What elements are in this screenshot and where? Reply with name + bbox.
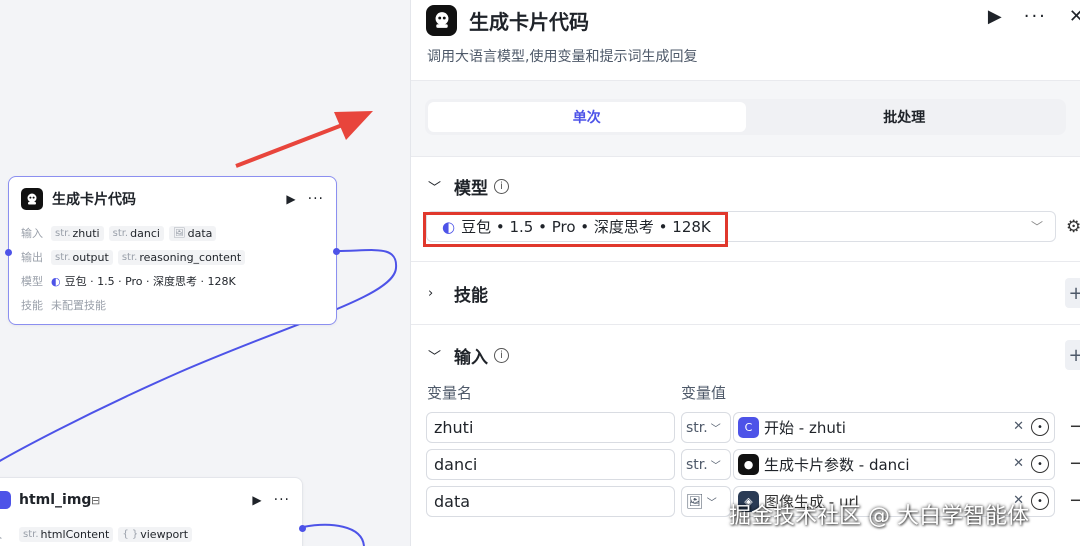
- chevron-down-icon: ﹀: [428, 180, 442, 196]
- input-chip: 🖼 data: [168, 225, 217, 241]
- more-options-button[interactable]: ···: [274, 492, 290, 508]
- panel-title: 生成卡片代码: [469, 9, 589, 34]
- add-input-button[interactable]: +: [1065, 340, 1080, 370]
- model-section-header[interactable]: ﹀ 模型 i: [411, 171, 1080, 201]
- target-icon[interactable]: •: [1031, 418, 1049, 436]
- input-chip: str. htmlContent: [19, 526, 114, 542]
- more-options-button[interactable]: ···: [308, 191, 324, 207]
- run-icon[interactable]: ▶: [988, 6, 1002, 27]
- remove-row-button[interactable]: −: [1069, 416, 1080, 437]
- column-label-value: 变量值: [681, 384, 727, 402]
- info-icon[interactable]: i: [494, 347, 509, 363]
- close-icon[interactable]: ✕: [1069, 6, 1080, 27]
- start-node-icon: C: [738, 417, 759, 438]
- watermark: 掘金技术社区 @ 大白学智能体: [729, 504, 1029, 529]
- wire-node2-output: [302, 523, 365, 546]
- node-html-img[interactable]: html_img ⊟ ▶ ··· 入 str.htmlContent { }vi…: [0, 477, 306, 546]
- clear-icon[interactable]: ✕: [1013, 456, 1024, 471]
- node-generate-card-code[interactable]: 生成卡片代码 ▶ ··· 输入 str. zhuti str. danci 🖼 dat…: [5, 176, 340, 325]
- chevron-down-icon: ﹀: [428, 349, 442, 365]
- image-type-icon: 🖼: [686, 493, 704, 510]
- column-label-name: 变量名: [427, 384, 473, 402]
- node-output-port[interactable]: [333, 248, 340, 255]
- run-node-button[interactable]: ▶: [252, 493, 261, 507]
- node-inputs-row: 输入 str. zhuti str. danci 🖼 data: [9, 221, 336, 245]
- node-config-panel: 生成卡片代码 ▶ ··· ✕ 调用大语言模型,使用变量和提示词生成回复 单次 批…: [410, 0, 1080, 546]
- type-select[interactable]: 🖼 ﹀: [681, 486, 731, 517]
- target-icon[interactable]: •: [1031, 455, 1049, 473]
- panel-description: 调用大语言模型,使用变量和提示词生成回复: [427, 49, 698, 65]
- info-icon[interactable]: i: [494, 178, 509, 194]
- output-chip: str. reasoning_content: [117, 249, 246, 265]
- chevron-down-icon: ﹀: [1030, 220, 1043, 234]
- remove-row-button[interactable]: −: [1069, 490, 1080, 511]
- variable-name-input[interactable]: zhuti: [426, 412, 675, 443]
- node-outputs-row: 输出 str. output str. reasoning_content: [9, 245, 336, 269]
- node-inputs-row: 入 str.htmlContent { }viewport: [0, 522, 302, 546]
- add-skill-button[interactable]: +: [1065, 278, 1080, 308]
- workflow-canvas[interactable]: 生成卡片代码 ▶ ··· 输入 str. zhuti str. danci 🖼 dat…: [0, 0, 410, 546]
- annotation-arrow-line: [235, 122, 346, 168]
- node-output-port[interactable]: [299, 525, 306, 532]
- more-icon[interactable]: ···: [1024, 6, 1047, 27]
- doubao-logo-icon: ◐: [51, 274, 61, 288]
- llm-node-icon: [426, 4, 457, 36]
- node-model-row: 模型 ◐ 豆包 · 1.5 · Pro · 深度思考 · 128K: [21, 274, 236, 289]
- input-chip: str. danci: [108, 225, 164, 241]
- plugin-badge-icon: ⊟: [91, 493, 101, 507]
- run-node-button[interactable]: ▶: [286, 192, 295, 206]
- variable-reference[interactable]: C 开始 - zhuti ✕ •: [733, 412, 1055, 443]
- llm-node-icon: [21, 188, 43, 210]
- input-section-header[interactable]: ﹀ 输入 i +: [411, 340, 1080, 370]
- llm-node-icon: ●: [738, 454, 759, 475]
- target-icon[interactable]: •: [1031, 492, 1049, 510]
- highlight-box: [423, 212, 728, 247]
- node-skill-row: 技能 未配置技能: [21, 299, 106, 312]
- variable-name-input[interactable]: data: [426, 486, 675, 517]
- skills-section-header[interactable]: › 技能 +: [411, 278, 1080, 308]
- node-input-port[interactable]: [5, 249, 12, 256]
- clear-icon[interactable]: ✕: [1013, 419, 1024, 434]
- node-title: html_img: [19, 492, 92, 508]
- input-chip: { } viewport: [118, 526, 193, 542]
- output-chip: str. output: [51, 249, 113, 265]
- variable-reference[interactable]: ● 生成卡片参数 - danci ✕ •: [733, 449, 1055, 480]
- node-title: 生成卡片代码: [52, 192, 136, 208]
- tab-single[interactable]: 单次: [428, 102, 746, 132]
- mode-tabs: 单次 批处理: [425, 99, 1066, 135]
- image-type-icon: 🖼: [172, 227, 186, 239]
- chevron-right-icon: ›: [428, 285, 434, 301]
- tab-batch[interactable]: 批处理: [746, 102, 1064, 132]
- annotation-arrow-head: [334, 111, 373, 140]
- type-select[interactable]: str. ﹀: [681, 449, 731, 480]
- input-chip: str. zhuti: [51, 225, 104, 241]
- plugin-icon: [0, 491, 11, 509]
- gear-icon[interactable]: ⚙: [1066, 217, 1080, 237]
- variable-name-input[interactable]: danci: [426, 449, 675, 480]
- type-select[interactable]: str. ﹀: [681, 412, 731, 443]
- remove-row-button[interactable]: −: [1069, 453, 1080, 474]
